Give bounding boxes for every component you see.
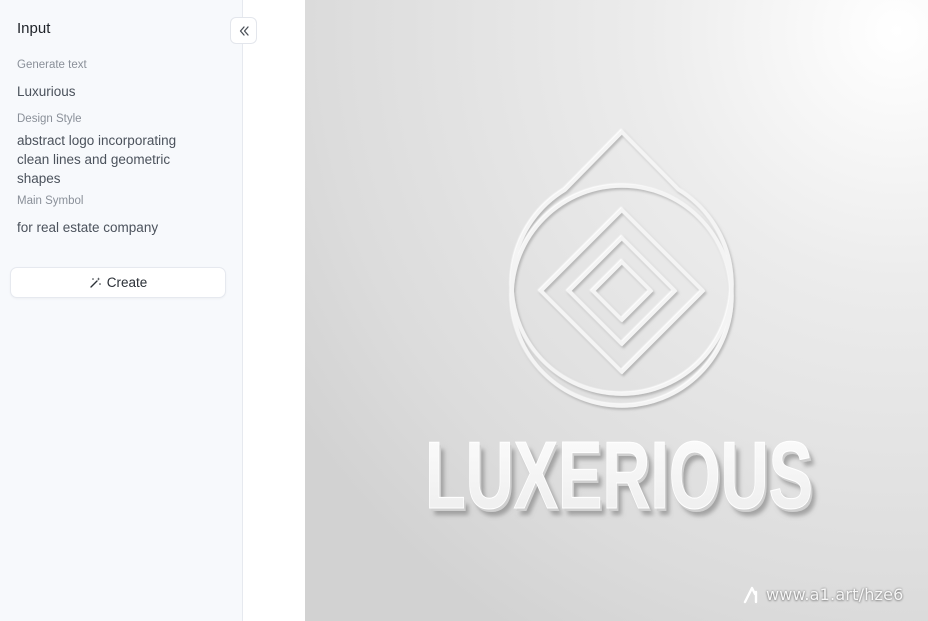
design-style-label: Design Style <box>17 113 82 125</box>
generated-image[interactable]: LUXERIOUS LUXERIOUS www.a1.art/hze6 <box>305 0 928 621</box>
input-sidebar: Input Generate text Luxurious Design Sty… <box>0 0 257 621</box>
logo-artwork: LUXERIOUS LUXERIOUS <box>305 0 928 621</box>
canvas-margin <box>243 0 305 621</box>
magic-wand-icon <box>90 277 101 288</box>
watermark-text: www.a1.art/hze6 <box>766 585 904 604</box>
main-symbol-value: for real estate company <box>17 220 159 235</box>
design-style-value: abstract logo incorporating clean lines … <box>17 133 177 186</box>
logo-wordmark: LUXERIOUS <box>425 422 813 529</box>
app-window: Input Generate text Luxurious Design Sty… <box>0 0 928 621</box>
collapse-sidebar-button[interactable] <box>230 17 257 44</box>
watermark: www.a1.art/hze6 <box>742 585 904 604</box>
create-button[interactable]: Create <box>10 267 226 298</box>
main-symbol-label: Main Symbol <box>17 195 84 207</box>
chevrons-left-icon <box>239 25 249 36</box>
generate-text-label: Generate text <box>17 59 87 71</box>
sidebar-title: Input <box>17 20 51 37</box>
create-button-label: Create <box>106 275 148 290</box>
generate-text-value: Luxurious <box>17 84 76 99</box>
a1-logo-icon <box>743 586 758 603</box>
